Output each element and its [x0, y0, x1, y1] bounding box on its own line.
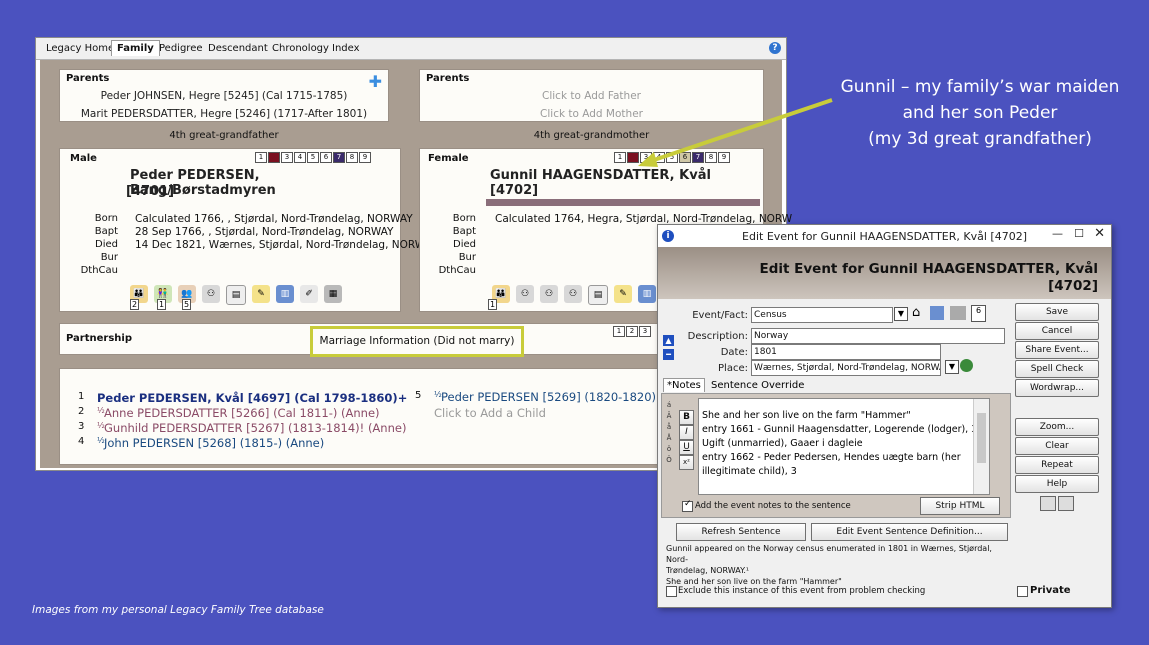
tab-sentence-override[interactable]: Sentence Override	[708, 379, 807, 392]
special-char[interactable]: ö	[664, 444, 674, 455]
add-notes-checkbox[interactable]: ✓	[682, 499, 693, 512]
private-checkbox[interactable]	[1017, 586, 1028, 597]
sentence-line: Gunnil appeared on the Norway census enu…	[666, 544, 992, 564]
notes-textarea[interactable]: She and her son live on the farm "Hammer…	[698, 398, 990, 495]
notes-container: á Â å Å ö Ö B I U x² She and her son liv…	[661, 393, 1011, 518]
edit-event-dialog: i Edit Event for Gunnil HAAGENSDATTER, K…	[657, 224, 1112, 608]
help-button[interactable]: Help	[1015, 475, 1099, 493]
maximize-icon[interactable]: ☐	[1074, 227, 1084, 240]
calendar-icon[interactable]: 6	[971, 305, 986, 322]
date-label: Date:	[720, 347, 748, 358]
special-char[interactable]: á	[664, 400, 674, 411]
special-chars-column: á Â å Å ö Ö	[664, 400, 674, 480]
dialog-header: Edit Event for Gunnil HAAGENSDATTER, Kvå…	[658, 247, 1111, 299]
close-icon[interactable]: ✕	[1094, 226, 1105, 241]
copy-icon[interactable]	[1040, 496, 1056, 511]
arrow-head-icon	[638, 152, 658, 167]
sentence-line: Trøndelag, NORWAY.¹	[666, 566, 750, 575]
spell-check-button[interactable]: Spell Check	[1015, 360, 1099, 378]
sentence-preview: Gunnil appeared on the Norway census enu…	[666, 543, 1006, 585]
clear-button[interactable]: Clear	[1015, 437, 1099, 455]
refresh-sentence-button[interactable]: Refresh Sentence	[676, 523, 806, 541]
event-fact-field[interactable]: Census	[751, 307, 893, 323]
dialog-header-rin: [4702]	[1048, 278, 1098, 294]
superscript-button[interactable]: x²	[679, 455, 694, 470]
italic-button[interactable]: I	[679, 425, 694, 440]
date-field[interactable]: 1801	[751, 344, 941, 360]
special-char[interactable]: Å	[664, 433, 674, 444]
strip-html-button[interactable]: Strip HTML	[920, 497, 1000, 515]
wordwrap-button[interactable]: Wordwrap...	[1015, 379, 1099, 397]
paste-icon[interactable]	[1058, 496, 1074, 511]
special-char[interactable]: Ö	[664, 455, 674, 466]
tab-notes[interactable]: *Notes	[663, 378, 705, 392]
dialog-header-title: Edit Event for Gunnil HAAGENSDATTER, Kvå…	[759, 261, 1098, 277]
cancel-button[interactable]: Cancel	[1015, 322, 1099, 340]
add-notes-label: Add the event notes to the sentence	[695, 501, 851, 511]
special-char[interactable]: Â	[664, 411, 674, 422]
event-dropdown-icon[interactable]: ▼	[894, 307, 908, 321]
place-field[interactable]: Wærnes, Stjørdal, Nord-Trøndelag, NORWAY	[751, 360, 941, 376]
source-book-icon[interactable]	[930, 306, 944, 320]
minimize-icon[interactable]: —	[1052, 227, 1063, 240]
place-label: Place:	[718, 363, 748, 374]
zoom-button[interactable]: Zoom...	[1015, 418, 1099, 436]
special-char[interactable]: å	[664, 422, 674, 433]
underline-button[interactable]: U	[679, 440, 694, 455]
arrow-shaft	[647, 98, 833, 164]
notes-line: entry 1662 - Peder Pedersen, Hendes uægt…	[702, 452, 961, 463]
house-icon[interactable]: ⌂	[912, 305, 920, 320]
notes-line: Ugift (unmarried), Gaaer i dagleie	[702, 438, 863, 449]
notes-line: entry 1661 - Gunnil Haagensdatter, Loger…	[702, 424, 987, 435]
share-event-button[interactable]: Share Event...	[1015, 341, 1099, 359]
notes-line: She and her son live on the farm "Hammer…	[702, 410, 911, 421]
globe-icon[interactable]	[960, 359, 973, 372]
dialog-title: Edit Event for Gunnil HAAGENSDATTER, Kvå…	[742, 230, 1027, 243]
footer-credit: Images from my personal Legacy Family Tr…	[32, 604, 324, 616]
private-label: Private	[1030, 585, 1071, 596]
dialog-titlebar: i Edit Event for Gunnil HAAGENSDATTER, K…	[658, 225, 1111, 247]
picture-icon[interactable]	[950, 306, 966, 320]
scrollbar-thumb[interactable]	[977, 413, 986, 463]
sentence-line: She and her son live on the farm "Hammer…	[666, 577, 842, 585]
description-label: Description:	[687, 331, 748, 342]
place-dropdown-icon[interactable]: ▼	[945, 360, 959, 374]
description-field[interactable]: Norway	[751, 328, 1005, 344]
event-fact-label: Event/Fact:	[692, 310, 748, 321]
exclude-problem-checkbox[interactable]	[666, 586, 677, 597]
move-up-icon[interactable]: ▲	[663, 335, 674, 346]
edit-sentence-definition-button[interactable]: Edit Event Sentence Definition...	[811, 523, 1008, 541]
move-down-icon[interactable]: ━	[663, 349, 674, 360]
save-button[interactable]: Save	[1015, 303, 1099, 321]
bold-button[interactable]: B	[679, 410, 694, 425]
notes-line: illegitimate child), 3	[702, 466, 797, 477]
exclude-problem-label: Exclude this instance of this event from…	[678, 586, 926, 596]
repeat-button[interactable]: Repeat	[1015, 456, 1099, 474]
notes-scrollbar[interactable]	[973, 399, 989, 494]
